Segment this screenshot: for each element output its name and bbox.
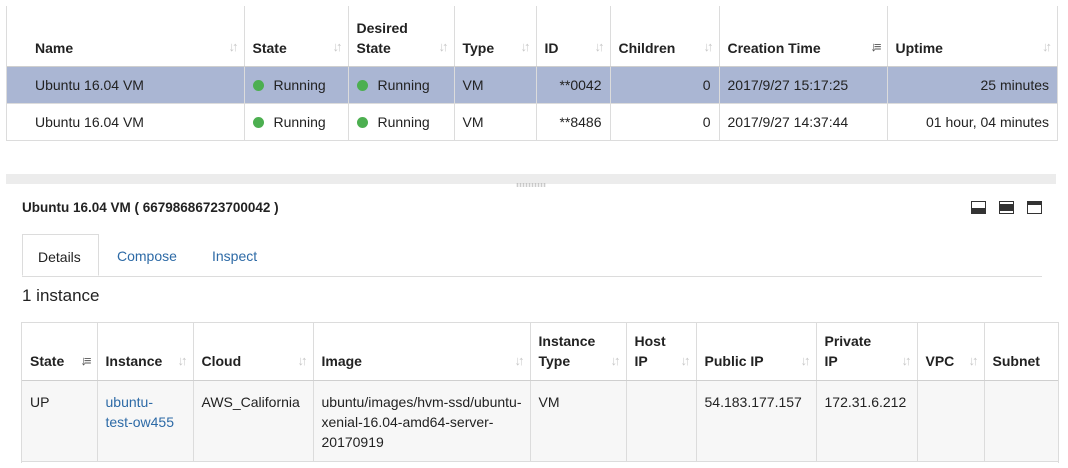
cell-host-ip bbox=[626, 380, 697, 462]
instance-count: 1 instance bbox=[22, 286, 100, 305]
cell-desired-state: Running bbox=[348, 66, 455, 104]
col-header-state[interactable]: State ↓≡ bbox=[22, 323, 98, 381]
col-header-instance-type[interactable]: Instance Type ↓↑ bbox=[530, 323, 627, 381]
col-header-public-ip[interactable]: Public IP ↓↑ bbox=[696, 323, 817, 381]
sort-icon[interactable]: ↓↑ bbox=[178, 351, 188, 371]
vm-row[interactable]: Ubuntu 16.04 VM Running Running VM **848… bbox=[7, 103, 1057, 141]
col-header-host-ip[interactable]: Host IP ↓↑ bbox=[626, 323, 697, 381]
vm-table: Name ↓↑ State ↓↑ Desired State ↓↑ Type ↓↑ ID ↓… bbox=[7, 6, 1057, 141]
col-header-vpc[interactable]: VPC ↓↑ bbox=[917, 323, 985, 381]
cell-uptime: 01 hour, 04 minutes bbox=[887, 103, 1057, 141]
sort-desc-icon[interactable]: ↓≡ bbox=[870, 37, 881, 57]
maximize-panel-icon[interactable] bbox=[1027, 201, 1042, 214]
drag-handle-icon[interactable] bbox=[516, 183, 546, 187]
sort-icon[interactable]: ↓↑ bbox=[229, 37, 239, 57]
col-header-uptime[interactable]: Uptime ↓↑ bbox=[887, 6, 1057, 67]
panel-splitter[interactable] bbox=[6, 174, 1056, 187]
sort-icon[interactable]: ↓↑ bbox=[611, 351, 621, 371]
sort-icon[interactable]: ↓↑ bbox=[521, 37, 531, 57]
cell-id: **0042 bbox=[536, 66, 611, 104]
instance-table: State ↓≡ Instance ↓↑ Cloud ↓↑ Image ↓↑ Insta… bbox=[22, 323, 1058, 462]
cell-id: **8486 bbox=[536, 103, 611, 141]
col-header-desired-state[interactable]: Desired State ↓↑ bbox=[348, 6, 455, 67]
col-header-creation-time[interactable]: Creation Time ↓≡ bbox=[719, 6, 888, 67]
status-running-icon bbox=[252, 79, 264, 91]
cell-instance-type: VM bbox=[530, 380, 627, 462]
cell-desired-state: Running bbox=[348, 103, 455, 141]
vm-table-container: Name ↓↑ State ↓↑ Desired State ↓↑ Type ↓↑ ID ↓… bbox=[6, 6, 1058, 141]
col-header-type[interactable]: Type ↓↑ bbox=[454, 6, 537, 67]
vm-row-selected[interactable]: Ubuntu 16.04 VM Running Running VM **004… bbox=[7, 66, 1057, 104]
col-header-children[interactable]: Children ↓↑ bbox=[610, 6, 720, 67]
sort-icon[interactable]: ↓↑ bbox=[439, 37, 449, 57]
sort-icon[interactable]: ↓↑ bbox=[298, 351, 308, 371]
instance-row[interactable]: UP ubuntu-test-ow455 AWS_California ubun… bbox=[22, 380, 1058, 462]
cell-creation-time: 2017/9/27 15:17:25 bbox=[719, 66, 888, 104]
sort-icon[interactable]: ↓↑ bbox=[704, 37, 714, 57]
sort-icon[interactable]: ↓↑ bbox=[333, 37, 343, 57]
cell-vpc bbox=[917, 380, 985, 462]
col-header-id[interactable]: ID ↓↑ bbox=[536, 6, 611, 67]
col-header-private-ip[interactable]: Private IP ↓↑ bbox=[816, 323, 918, 381]
instance-table-container: State ↓≡ Instance ↓↑ Cloud ↓↑ Image ↓↑ Insta… bbox=[21, 322, 1059, 463]
col-header-subnet[interactable]: Subnet↓↑ bbox=[984, 323, 1058, 381]
cell-private-ip: 172.31.6.212 bbox=[816, 380, 918, 462]
cell-creation-time: 2017/9/27 14:37:44 bbox=[719, 103, 888, 141]
col-header-cloud[interactable]: Cloud ↓↑ bbox=[193, 323, 314, 381]
panel-layout-controls bbox=[971, 201, 1042, 214]
cell-state: Running bbox=[244, 103, 349, 141]
cell-name: Ubuntu 16.04 VM bbox=[7, 66, 245, 104]
minimize-panel-icon[interactable] bbox=[971, 201, 986, 214]
cell-name: Ubuntu 16.04 VM bbox=[7, 103, 245, 141]
detail-title: Ubuntu 16.04 VM ( 66798686723700042 ) bbox=[22, 200, 279, 215]
sort-icon[interactable]: ↓↑ bbox=[969, 351, 979, 371]
cell-state: Running bbox=[244, 66, 349, 104]
sort-icon[interactable]: ↓↑ bbox=[515, 351, 525, 371]
cell-image: ubuntu/images/hvm-ssd/ubuntu-xenial-16.0… bbox=[313, 380, 531, 462]
cell-type: VM bbox=[454, 66, 537, 104]
col-header-image[interactable]: Image ↓↑ bbox=[313, 323, 531, 381]
cell-subnet bbox=[984, 380, 1058, 462]
cell-public-ip: 54.183.177.157 bbox=[696, 380, 817, 462]
half-panel-icon[interactable] bbox=[999, 201, 1014, 214]
status-running-icon bbox=[356, 79, 368, 91]
status-running-icon bbox=[252, 116, 264, 128]
status-running-icon bbox=[356, 116, 368, 128]
cell-cloud: AWS_California bbox=[193, 380, 314, 462]
detail-tabs: Details Compose Inspect bbox=[22, 234, 1042, 277]
sort-icon[interactable]: ↓↑ bbox=[1042, 37, 1052, 57]
col-header-name[interactable]: Name ↓↑ bbox=[7, 6, 245, 67]
cell-children: 0 bbox=[610, 66, 720, 104]
sort-icon[interactable]: ↓↑ bbox=[801, 351, 811, 371]
col-header-instance[interactable]: Instance ↓↑ bbox=[97, 323, 194, 381]
tab-details[interactable]: Details bbox=[22, 234, 99, 276]
cell-state: UP bbox=[22, 380, 98, 462]
sort-icon[interactable]: ↓↑ bbox=[902, 351, 912, 371]
cell-instance: ubuntu-test-ow455 bbox=[97, 380, 194, 462]
cell-type: VM bbox=[454, 103, 537, 141]
sort-icon[interactable]: ↓↑ bbox=[595, 37, 605, 57]
tab-inspect[interactable]: Inspect bbox=[212, 234, 257, 276]
cell-uptime: 25 minutes bbox=[887, 66, 1057, 104]
sort-icon[interactable]: ↓↑ bbox=[681, 351, 691, 371]
sort-asc-icon[interactable]: ↓≡ bbox=[80, 351, 91, 371]
instance-link[interactable]: ubuntu-test-ow455 bbox=[106, 392, 176, 432]
tab-compose[interactable]: Compose bbox=[117, 234, 177, 276]
cell-children: 0 bbox=[610, 103, 720, 141]
col-header-state[interactable]: State ↓↑ bbox=[244, 6, 349, 67]
